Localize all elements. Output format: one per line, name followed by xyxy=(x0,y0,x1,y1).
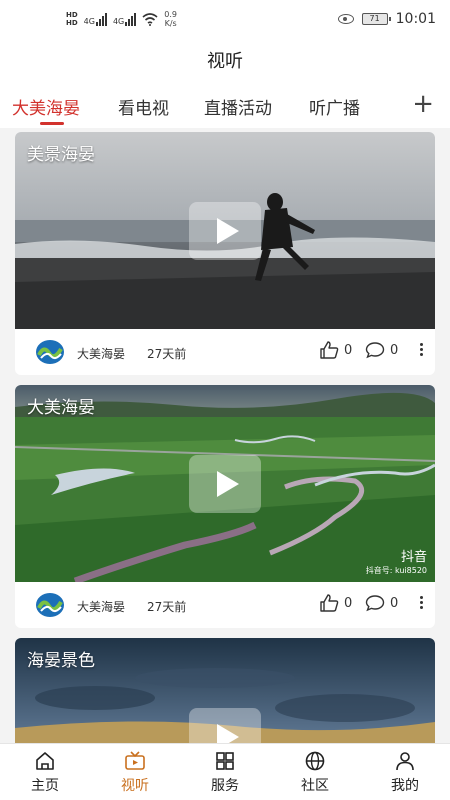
nav-media-label: 视听 xyxy=(121,778,149,794)
post-time: 27天前 xyxy=(147,600,187,614)
nav-community-label: 社区 xyxy=(301,778,329,794)
status-bar: HD HD 4G 4G 0.9 K/s 71 10:01 xyxy=(0,0,450,40)
comment-icon xyxy=(365,342,385,359)
video-title: 海晏景色 xyxy=(27,651,95,671)
hd-indicator: HD HD xyxy=(66,11,78,27)
play-button[interactable] xyxy=(189,455,261,513)
video-card[interactable]: 大美海晏 抖音 抖音号: kui8520 大美海晏 27天前 0 0 xyxy=(15,385,435,628)
thumbs-up-icon xyxy=(320,341,339,359)
globe-icon xyxy=(305,751,325,771)
user-icon xyxy=(396,752,414,771)
signal-2-icon: 4G xyxy=(112,12,137,26)
video-card[interactable]: 美景海晏 大美海晏 27天前 0 0 xyxy=(15,132,435,375)
battery-level: 71 xyxy=(369,14,380,23)
video-thumbnail[interactable]: 海晏景色 xyxy=(15,638,435,743)
comment-button[interactable]: 0 xyxy=(365,594,398,612)
nav-community[interactable]: 社区 xyxy=(270,744,360,800)
tab-da-mei-hai-yan[interactable]: 大美海晏 xyxy=(12,94,80,119)
watermark-id: 抖音号: kui8520 xyxy=(365,566,427,575)
nav-services-label: 服务 xyxy=(211,778,239,794)
thumbs-up-icon xyxy=(320,594,339,612)
nav-media[interactable]: 视听 xyxy=(90,744,180,800)
comment-button[interactable]: 0 xyxy=(365,341,398,359)
home-icon xyxy=(36,752,54,770)
more-options-icon[interactable] xyxy=(415,594,427,614)
channel-logo-icon xyxy=(36,593,64,617)
author-name[interactable]: 大美海晏 xyxy=(77,345,125,362)
video-thumbnail[interactable]: 大美海晏 抖音 抖音号: kui8520 xyxy=(15,385,435,582)
tab-ting-guang-bo[interactable]: 听广播 xyxy=(309,94,360,119)
post-time: 27天前 xyxy=(147,347,187,361)
nav-profile-label: 我的 xyxy=(391,778,419,794)
like-count: 0 xyxy=(344,595,353,611)
play-button[interactable] xyxy=(189,708,261,743)
network-speed-value: 0.9 xyxy=(164,10,177,19)
like-count: 0 xyxy=(344,342,353,358)
play-button[interactable] xyxy=(189,202,261,260)
comment-icon xyxy=(365,595,385,612)
more-options-icon[interactable] xyxy=(415,341,427,361)
clock: 10:01 xyxy=(395,11,436,27)
video-title: 大美海晏 xyxy=(27,398,95,418)
category-tabs: 大美海晏 看电视 直播活动 听广播 + xyxy=(0,84,450,128)
status-right: 71 10:01 xyxy=(337,11,436,27)
eye-comfort-icon xyxy=(337,14,354,24)
like-button[interactable]: 0 xyxy=(319,341,352,359)
card-footer: 大美海晏 27天前 0 0 xyxy=(15,329,435,375)
video-title: 美景海晏 xyxy=(27,145,95,165)
app-header: 视听 xyxy=(0,40,450,84)
tab-zhi-bo-huo-dong[interactable]: 直播活动 xyxy=(204,94,272,119)
hd-bottom-label: HD xyxy=(66,19,78,27)
comment-count: 0 xyxy=(390,342,399,358)
watermark-name: 抖音 xyxy=(400,550,427,565)
comment-count: 0 xyxy=(390,595,399,611)
nav-home[interactable]: 主页 xyxy=(0,744,90,800)
network-type-2: 4G xyxy=(112,17,125,26)
tv-icon xyxy=(125,751,145,770)
douyin-watermark: 抖音 抖音号: kui8520 xyxy=(366,546,427,576)
video-card[interactable]: 海晏景色 xyxy=(15,638,435,743)
active-tab-indicator xyxy=(40,122,64,125)
channel-logo-icon xyxy=(36,340,64,364)
card-footer: 大美海晏 27天前 0 0 xyxy=(15,582,435,628)
signal-1-icon: 4G xyxy=(84,12,107,26)
network-speed-unit: K/s xyxy=(164,19,177,28)
add-tab-button[interactable]: + xyxy=(412,90,434,118)
bottom-navigation: 主页 视听 服务 社区 我的 xyxy=(0,743,450,800)
video-feed: 美景海晏 大美海晏 27天前 0 0 大美海晏 抖音 抖音号: kui8520 … xyxy=(0,128,450,743)
network-type-1: 4G xyxy=(83,17,95,26)
nav-home-label: 主页 xyxy=(31,778,59,794)
grid-icon xyxy=(216,752,234,770)
author-name[interactable]: 大美海晏 xyxy=(77,598,125,615)
hd-top-label: HD xyxy=(66,11,78,19)
nav-services[interactable]: 服务 xyxy=(180,744,270,800)
video-thumbnail[interactable]: 美景海晏 xyxy=(15,132,435,329)
status-left: HD HD 4G 4G 0.9 K/s xyxy=(66,10,177,28)
page-title: 视听 xyxy=(207,51,243,72)
battery-icon: 71 xyxy=(361,13,391,25)
like-button[interactable]: 0 xyxy=(319,594,352,612)
network-speed: 0.9 K/s xyxy=(164,10,177,28)
tab-kan-dian-shi[interactable]: 看电视 xyxy=(118,94,169,119)
wifi-icon xyxy=(142,12,158,26)
nav-profile[interactable]: 我的 xyxy=(360,744,450,800)
